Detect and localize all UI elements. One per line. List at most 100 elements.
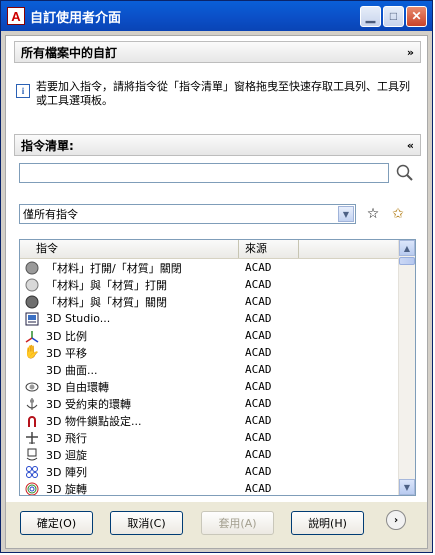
command-source: ACAD xyxy=(245,414,272,427)
3d-array-icon xyxy=(24,464,40,479)
command-source: ACAD xyxy=(245,397,272,410)
section-title: 指令清單: xyxy=(21,138,74,153)
scroll-up-arrow-icon[interactable]: ▲ xyxy=(399,240,415,256)
list-item[interactable]: 「材料」與「材質」關閉 ACAD xyxy=(20,293,400,310)
info-message: i 若要加入指令，請將指令從「指令清單」窗格拖曳至快速存取工具列、工具列或工具選… xyxy=(16,80,416,120)
info-icon: i xyxy=(16,84,30,98)
filter-row: 僅所有指令 ▼ ☆ ✩ xyxy=(19,204,419,224)
command-source: ACAD xyxy=(245,312,272,325)
command-source: ACAD xyxy=(245,261,272,274)
blank-icon xyxy=(24,362,40,377)
list-item[interactable]: 3D 物件鎖點設定... ACAD xyxy=(20,412,400,429)
vertical-scrollbar[interactable]: ▲ ▼ xyxy=(398,240,415,495)
command-source: ACAD xyxy=(245,295,272,308)
title-bar[interactable]: A 自訂使用者介面 ▁ □ ✕ xyxy=(1,1,432,31)
command-search-input[interactable] xyxy=(19,163,389,183)
column-header-source[interactable]: 來源 xyxy=(239,240,299,258)
material-sphere-dark-icon xyxy=(24,294,40,309)
autocad-app-icon: A xyxy=(7,7,25,25)
command-name: 3D 受約束的環轉 xyxy=(46,397,131,411)
client-area: 所有檔案中的自訂 » i 若要加入指令，請將指令從「指令清單」窗格拖曳至快速存取… xyxy=(5,35,428,549)
scroll-thumb[interactable] xyxy=(399,257,415,265)
command-list-header[interactable]: 指令清單: « xyxy=(14,134,421,156)
maximize-button[interactable]: □ xyxy=(383,5,404,27)
list-header: 指令 來源 xyxy=(20,240,400,259)
command-source: ACAD xyxy=(245,329,272,342)
free-orbit-icon xyxy=(24,379,40,394)
command-source: ACAD xyxy=(245,363,272,376)
command-source: ACAD xyxy=(245,482,272,495)
list-item[interactable]: 3D 曲面... ACAD xyxy=(20,361,400,378)
list-item[interactable]: 3D 陣列 ACAD xyxy=(20,463,400,480)
customize-ui-window: A 自訂使用者介面 ▁ □ ✕ 所有檔案中的自訂 » i 若要加入指令，請將指令… xyxy=(0,0,433,553)
object-snap-magnet-icon xyxy=(24,413,40,428)
list-item[interactable]: 3D 飛行 ACAD xyxy=(20,429,400,446)
list-item[interactable]: 3D 旋轉 ACAD xyxy=(20,480,400,496)
minimize-icon: ▁ xyxy=(365,9,376,23)
chevron-double-down-icon[interactable]: » xyxy=(407,46,414,59)
close-button[interactable]: ✕ xyxy=(406,5,427,27)
window-title: 自訂使用者介面 xyxy=(30,10,122,26)
chevron-double-up-icon[interactable]: « xyxy=(407,139,414,152)
new-command-star-icon[interactable]: ✩ xyxy=(389,205,407,223)
command-name: 3D 物件鎖點設定... xyxy=(46,414,142,428)
scroll-down-arrow-icon[interactable]: ▼ xyxy=(399,479,415,495)
command-name: 3D 平移 xyxy=(46,346,87,360)
list-item[interactable]: ✋ 3D 平移 ACAD xyxy=(20,344,400,361)
minimize-button[interactable]: ▁ xyxy=(360,5,381,27)
command-source: ACAD xyxy=(245,346,272,359)
command-source: ACAD xyxy=(245,278,272,291)
column-header-command[interactable]: 指令 xyxy=(20,240,239,258)
help-button[interactable]: 說明(H) xyxy=(291,511,364,535)
constrained-orbit-icon xyxy=(24,396,40,411)
3d-rotate-icon xyxy=(24,481,40,495)
expand-arrow-icon[interactable]: › xyxy=(386,510,406,530)
chevron-down-icon[interactable]: ▼ xyxy=(338,206,354,222)
search-row xyxy=(19,163,419,185)
command-name: 3D 迴旋 xyxy=(46,448,87,462)
dialog-button-bar: 確定(O) 取消(C) 套用(A) 說明(H) › xyxy=(6,502,427,548)
list-item[interactable]: 「材料」與「材質」打開 ACAD xyxy=(20,276,400,293)
list-item[interactable]: 3D 自由環轉 ACAD xyxy=(20,378,400,395)
command-source: ACAD xyxy=(245,431,272,444)
close-icon: ✕ xyxy=(411,9,422,23)
3d-swivel-icon xyxy=(24,447,40,462)
command-name: 3D 曲面... xyxy=(46,363,98,377)
command-name: 3D Studio... xyxy=(46,312,111,325)
command-name: 3D 比例 xyxy=(46,329,87,343)
command-list[interactable]: 指令 來源 「材料」打開/「材質」關閉 ACAD 「材料」與「材質」打開 ACA… xyxy=(19,239,416,496)
list-item[interactable]: 3D 迴旋 ACAD xyxy=(20,446,400,463)
command-name: 「材料」與「材質」關閉 xyxy=(46,295,167,309)
cancel-button[interactable]: 取消(C) xyxy=(110,511,183,535)
list-item[interactable]: 3D 比例 ACAD xyxy=(20,327,400,344)
material-sphere-light-icon xyxy=(24,277,40,292)
find-command-star-icon[interactable]: ☆ xyxy=(364,205,382,223)
fly-icon xyxy=(24,430,40,445)
command-name: 「材料」與「材質」打開 xyxy=(46,278,167,292)
command-name: 3D 自由環轉 xyxy=(46,380,109,394)
all-files-customizations-header[interactable]: 所有檔案中的自訂 » xyxy=(14,41,421,63)
command-name: 「材料」打開/「材質」關閉 xyxy=(46,261,182,275)
command-name: 3D 飛行 xyxy=(46,431,87,445)
command-source: ACAD xyxy=(245,448,272,461)
3d-scale-icon xyxy=(24,328,40,343)
hand-pan-icon: ✋ xyxy=(23,345,41,360)
command-source: ACAD xyxy=(245,380,272,393)
command-source: ACAD xyxy=(245,465,272,478)
list-item[interactable]: 「材料」打開/「材質」關閉 ACAD xyxy=(20,259,400,276)
command-filter-dropdown[interactable]: 僅所有指令 ▼ xyxy=(19,204,356,224)
list-item[interactable]: 3D 受約束的環轉 ACAD xyxy=(20,395,400,412)
command-name: 3D 陣列 xyxy=(46,465,87,479)
info-text: 若要加入指令，請將指令從「指令清單」窗格拖曳至快速存取工具列、工具列或工具選項板… xyxy=(36,80,410,107)
search-icon[interactable] xyxy=(396,163,414,183)
list-rows: 「材料」打開/「材質」關閉 ACAD 「材料」與「材質」打開 ACAD 「材料」… xyxy=(20,259,400,496)
command-name: 3D 旋轉 xyxy=(46,482,87,496)
list-item[interactable]: 3D Studio... ACAD xyxy=(20,310,400,327)
maximize-icon: □ xyxy=(389,9,398,23)
3d-studio-icon xyxy=(24,311,40,326)
section-title: 所有檔案中的自訂 xyxy=(21,45,118,60)
material-sphere-gray-icon xyxy=(24,260,40,275)
apply-button[interactable]: 套用(A) xyxy=(201,511,274,535)
ok-button[interactable]: 確定(O) xyxy=(20,511,93,535)
filter-selected: 僅所有指令 xyxy=(23,208,78,221)
